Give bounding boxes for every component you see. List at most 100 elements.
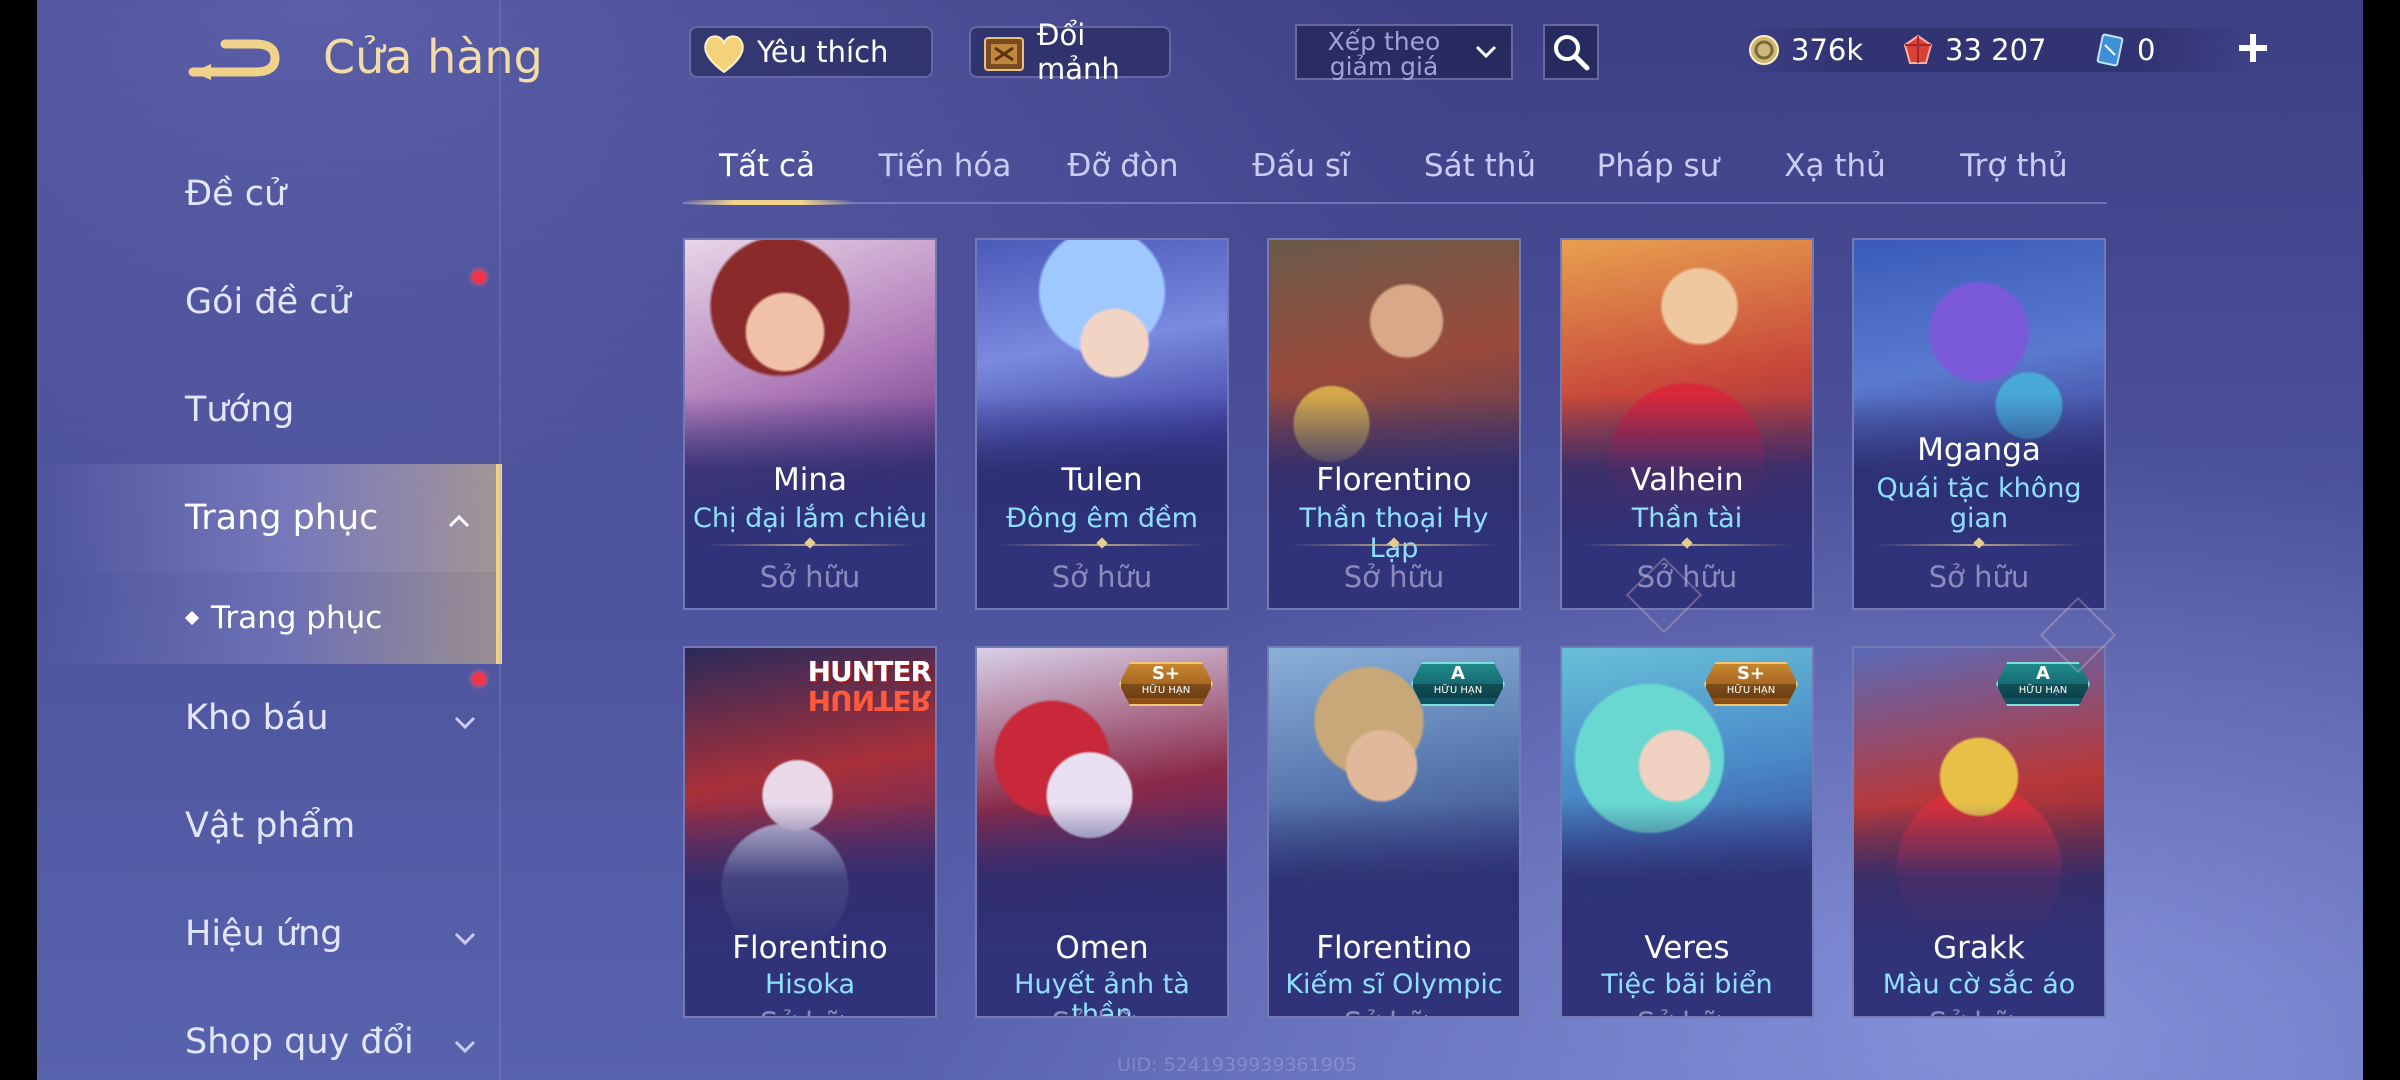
skin-name: Đông êm đềm bbox=[1006, 503, 1198, 534]
tab-fighter[interactable]: Đấu sĩ bbox=[1252, 148, 1349, 184]
page-title: Cửa hàng bbox=[323, 30, 543, 84]
sidebar-item-skins[interactable]: Trang phục bbox=[37, 464, 502, 572]
owned-status: Sở hữu bbox=[1051, 560, 1153, 594]
sidebar-item-label: Gói đề cử bbox=[185, 282, 351, 322]
owned-status: Sở hữu bbox=[1562, 1006, 1812, 1016]
hunter-x-hunter-logo: HUNTER HUNTER bbox=[807, 655, 932, 718]
chevron-down-icon bbox=[454, 702, 476, 730]
role-tabs: Tất cả Tiến hóa Đỡ đòn Đấu sĩ Sát thủ Ph… bbox=[683, 140, 2107, 204]
hero-name: Tulen bbox=[1061, 462, 1143, 498]
chevron-up-icon bbox=[448, 502, 470, 528]
card-divider bbox=[1289, 544, 1499, 546]
owned-status: Sở hữu bbox=[685, 1006, 935, 1016]
skin-name: Tiệc bãi biển bbox=[1601, 969, 1773, 1000]
sidebar-item-label: Tướng bbox=[185, 390, 295, 430]
notification-dot bbox=[472, 270, 486, 284]
tab-evolution[interactable]: Tiến hóa bbox=[879, 148, 1012, 184]
top-up-button[interactable] bbox=[2235, 30, 2271, 66]
skin-name: Thần thoại Hy Lạp bbox=[1299, 503, 1489, 564]
tier-badge: A HỮU HẠN bbox=[1411, 662, 1505, 706]
gold-balance: 376k bbox=[1747, 30, 1863, 70]
owned-status: Sở hữu bbox=[1343, 560, 1445, 594]
hero-name: Mganga bbox=[1917, 432, 2041, 468]
search-icon bbox=[1554, 35, 1590, 71]
tab-assassin[interactable]: Sát thủ bbox=[1424, 148, 1536, 184]
favorites-label: Yêu thích bbox=[757, 35, 889, 69]
skin-card-mganga[interactable]: Mganga Quái tặc không gian Sở hữu bbox=[1852, 238, 2106, 610]
skin-card-grakk[interactable]: A HỮU HẠN Grakk Màu cờ sắc áo Sở hữu bbox=[1852, 646, 2106, 1018]
sidebar-item-treasure[interactable]: Kho báu bbox=[37, 664, 502, 772]
skin-name: Quái tặc không gian bbox=[1876, 473, 2082, 534]
sort-selected-label: Xếp theo giảm giá bbox=[1327, 27, 1441, 81]
skin-card-florentino-greek[interactable]: Florentino Thần thoại Hy Lạp Sở hữu bbox=[1267, 238, 1521, 610]
hero-name: Veres bbox=[1644, 930, 1730, 966]
owned-status: Sở hữu bbox=[977, 1006, 1227, 1016]
search-button[interactable] bbox=[1543, 24, 1599, 80]
hero-name: Florentino bbox=[1316, 462, 1472, 498]
skin-card-veres[interactable]: S+ HỮU HẠN Veres Tiệc bãi biển Sở hữu bbox=[1560, 646, 1814, 1018]
owned-status: Sở hữu bbox=[1269, 1006, 1519, 1016]
sidebar-item-label: Đề cử bbox=[185, 174, 287, 214]
screen-bezel-right bbox=[2363, 0, 2400, 1080]
skin-card-tulen[interactable]: Tulen Đông êm đềm Sở hữu bbox=[975, 238, 1229, 610]
card-divider bbox=[1582, 544, 1792, 546]
diamond-value: 0 bbox=[2137, 33, 2156, 67]
skin-card-florentino-hisoka[interactable]: HUNTER HUNTER Florentino Hisoka Sở hữu bbox=[683, 646, 937, 1018]
blue-card-icon bbox=[2093, 33, 2127, 67]
skin-card-omen[interactable]: S+ HỮU HẠN Omen Huyết ảnh tà thần Sở hữu bbox=[975, 646, 1229, 1018]
sidebar-item-recommended[interactable]: Đề cử bbox=[37, 140, 502, 248]
hero-name: Florentino bbox=[732, 930, 888, 966]
skin-card-florentino-olympic[interactable]: A HỮU HẠN Florentino Kiếm sĩ Olympic Sở … bbox=[1267, 646, 1521, 1018]
screen-bezel-left bbox=[0, 0, 37, 1080]
skin-card-valhein[interactable]: Valhein Thần tài Sở hữu bbox=[1560, 238, 1814, 610]
tab-support[interactable]: Trợ thủ bbox=[1960, 148, 2067, 184]
shop-screen: Cửa hàng Đề cử Gói đề cử Tướng Trang phụ… bbox=[37, 0, 2363, 1080]
tier-badge: S+ HỮU HẠN bbox=[1704, 662, 1798, 706]
sidebar-item-effects[interactable]: Hiệu ứng bbox=[37, 880, 502, 988]
sidebar-item-heroes[interactable]: Tướng bbox=[37, 356, 502, 464]
tab-marksman[interactable]: Xạ thủ bbox=[1784, 148, 1886, 184]
hero-name: Florentino bbox=[1316, 930, 1472, 966]
active-tab-indicator bbox=[683, 200, 853, 205]
hero-name: Omen bbox=[1055, 930, 1149, 966]
card-divider bbox=[705, 544, 915, 546]
skin-name: Hisoka bbox=[764, 969, 856, 1000]
red-gem-icon bbox=[1901, 33, 1935, 67]
plus-icon bbox=[2239, 34, 2267, 62]
sidebar-item-items[interactable]: Vật phẩm bbox=[37, 772, 502, 880]
sidebar-item-label: Trang phục bbox=[185, 498, 379, 538]
chevron-down-icon bbox=[454, 918, 476, 946]
favorites-button[interactable]: Yêu thích bbox=[689, 26, 933, 78]
skin-name: Kiếm sĩ Olympic bbox=[1285, 969, 1503, 1000]
owned-status: Sở hữu bbox=[1854, 1006, 2104, 1016]
sidebar: Đề cử Gói đề cử Tướng Trang phục Trang p… bbox=[37, 140, 502, 1080]
exchange-shards-label: Đổi mảnh bbox=[1037, 18, 1120, 86]
sidebar-item-recommended-packs[interactable]: Gói đề cử bbox=[37, 248, 502, 356]
back-button[interactable] bbox=[185, 28, 285, 88]
owned-status: Sở hữu bbox=[1928, 560, 2030, 594]
owned-status: Sở hữu bbox=[759, 560, 861, 594]
gold-coin-icon bbox=[1747, 33, 1781, 67]
gold-value: 376k bbox=[1791, 33, 1864, 67]
shard-chest-icon bbox=[981, 32, 1027, 74]
sort-dropdown[interactable]: Xếp theo giảm giá bbox=[1295, 24, 1513, 80]
diamond-balance: 0 bbox=[2093, 30, 2155, 70]
tab-mage[interactable]: Pháp sư bbox=[1597, 148, 1720, 184]
heart-icon bbox=[701, 32, 747, 74]
tier-badge: S+ HỮU HẠN bbox=[1119, 662, 1213, 706]
voucher-value: 33 207 bbox=[1945, 33, 2047, 67]
sidebar-subitem-skins[interactable]: Trang phục bbox=[37, 572, 502, 664]
skin-name: Màu cờ sắc áo bbox=[1882, 969, 2076, 1000]
sidebar-item-label: Kho báu bbox=[185, 698, 329, 738]
sidebar-item-exchange-shop[interactable]: Shop quy đổi bbox=[37, 988, 502, 1080]
chevron-down-icon bbox=[454, 1026, 476, 1054]
card-divider bbox=[997, 544, 1207, 546]
notification-dot bbox=[472, 672, 486, 686]
skin-card-mina[interactable]: Mina Chị đại lắm chiêu Sở hữu bbox=[683, 238, 937, 610]
exchange-shards-button[interactable]: Đổi mảnh bbox=[969, 18, 1171, 86]
sidebar-subitem-label: Trang phục bbox=[211, 600, 383, 636]
skin-name: Thần tài bbox=[1631, 503, 1743, 534]
tab-tank[interactable]: Đỡ đòn bbox=[1067, 148, 1178, 184]
tab-all[interactable]: Tất cả bbox=[719, 148, 815, 184]
sidebar-item-label: Shop quy đổi bbox=[185, 1022, 414, 1062]
